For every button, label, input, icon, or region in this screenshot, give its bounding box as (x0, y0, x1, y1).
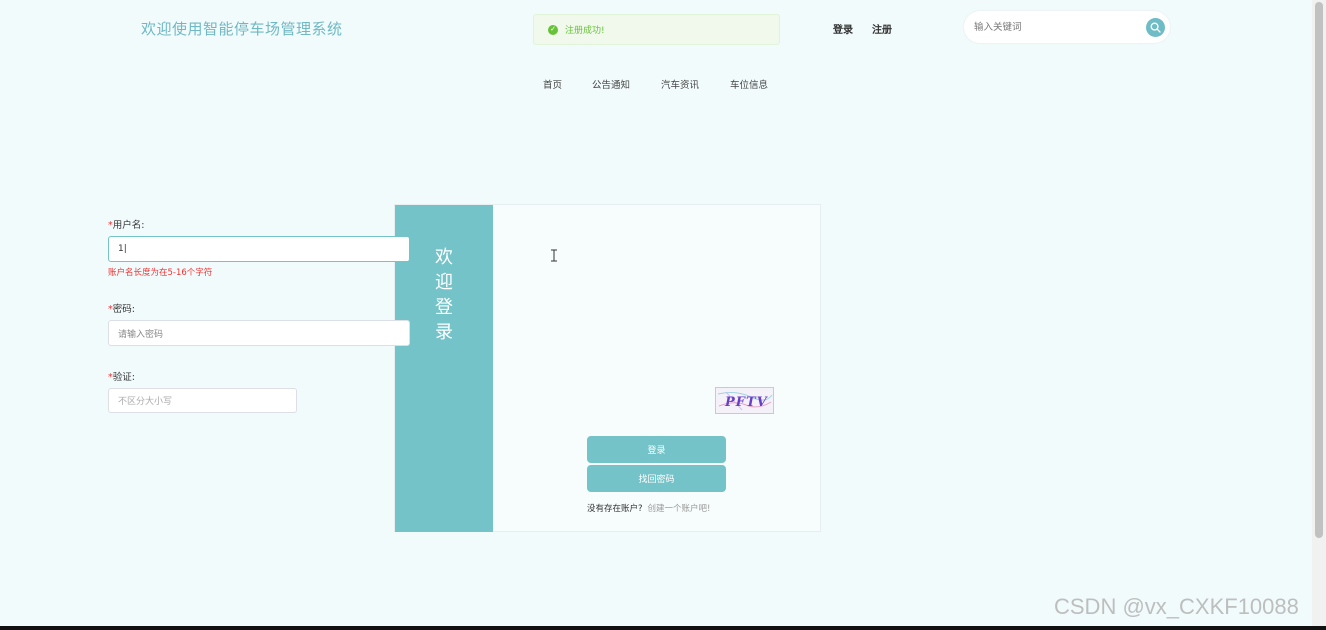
create-account-link[interactable]: 创建一个账户吧! (648, 504, 711, 514)
welcome-text: 欢 迎 登 录 (433, 245, 455, 345)
password-label: *密码: (108, 301, 135, 315)
password-input[interactable]: 请输入密码 (108, 320, 410, 346)
password-placeholder: 请输入密码 (118, 329, 164, 340)
welcome-char: 欢 (435, 247, 453, 268)
search-button[interactable] (1146, 18, 1165, 37)
bottom-edge (0, 626, 1326, 630)
search-icon (1150, 22, 1161, 33)
captcha-image[interactable]: PFTV (715, 387, 774, 414)
username-label: *用户名: (108, 217, 144, 231)
create-account-row: 没有存在账户? 创建一个账户吧! (587, 502, 710, 514)
site-title: 欢迎使用智能停车场管理系统 (141, 20, 343, 38)
nav-announcements[interactable]: 公告通知 (592, 77, 630, 91)
no-account-text: 没有存在账户? (587, 504, 643, 514)
username-input[interactable]: 1| (108, 236, 410, 262)
username-label-text: 用户名: (112, 220, 145, 231)
login-button[interactable]: 登录 (587, 436, 726, 463)
username-error: 账户名长度为在5-16个字符 (108, 268, 213, 278)
page: 欢迎使用智能停车场管理系统 ✓ 注册成功! 登录 注册 首页 公告通知 汽车资讯… (0, 0, 1312, 626)
password-label-text: 密码: (112, 304, 135, 315)
register-link[interactable]: 注册 (872, 21, 892, 36)
search-input[interactable] (974, 18, 1134, 36)
scrollbar-thumb[interactable] (1315, 2, 1323, 538)
vertical-scrollbar[interactable] (1312, 0, 1326, 626)
check-circle-icon: ✓ (548, 24, 558, 35)
text-cursor-icon (551, 249, 557, 262)
username-value: 1| (118, 244, 127, 254)
watermark: CSDN @vx_CXKF10088 (1054, 594, 1299, 619)
captcha-input[interactable]: 不区分大小写 (108, 388, 297, 413)
toast-message: 注册成功! (565, 26, 605, 36)
captcha-label: *验证: (108, 369, 135, 383)
welcome-char: 录 (435, 322, 453, 343)
success-toast: ✓ 注册成功! (533, 14, 780, 45)
nav-home[interactable]: 首页 (543, 77, 562, 91)
login-link[interactable]: 登录 (833, 21, 853, 36)
captcha-drawing: PFTV (717, 391, 773, 411)
welcome-char: 登 (435, 297, 453, 318)
captcha-label-text: 验证: (112, 372, 135, 383)
nav-car-news[interactable]: 汽车资讯 (661, 77, 699, 91)
welcome-char: 迎 (435, 272, 453, 293)
search-box (964, 11, 1170, 43)
forgot-password-button[interactable]: 找回密码 (587, 465, 726, 492)
main-nav: 首页 公告通知 汽车资讯 车位信息 (0, 77, 1312, 91)
captcha-text: PFTV (724, 395, 769, 410)
nav-parking-info[interactable]: 车位信息 (730, 77, 768, 91)
captcha-placeholder: 不区分大小写 (118, 397, 173, 407)
